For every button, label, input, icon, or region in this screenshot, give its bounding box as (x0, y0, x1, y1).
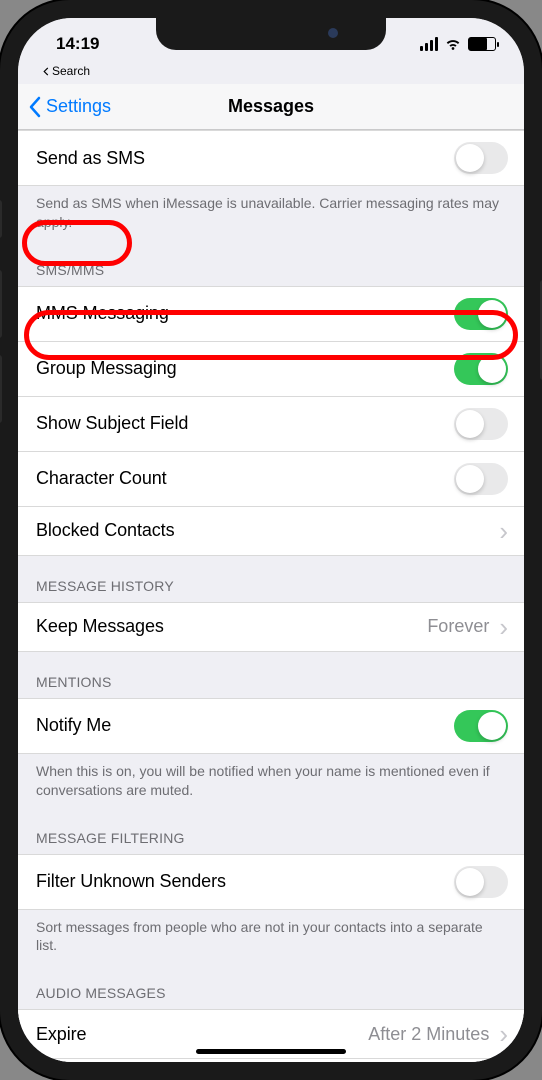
expire-label: Expire (36, 1024, 86, 1045)
chevron-left-icon (42, 67, 50, 76)
notify-me-toggle[interactable] (454, 710, 508, 742)
filter-footer: Sort messages from people who are not in… (18, 910, 524, 964)
nav-bar: Settings Messages (18, 84, 524, 130)
show-subject-label: Show Subject Field (36, 413, 188, 434)
status-time: 14:19 (56, 26, 136, 54)
character-count-label: Character Count (36, 468, 167, 489)
mms-messaging-toggle[interactable] (454, 298, 508, 330)
settings-content[interactable]: Send as SMS Send as SMS when iMessage is… (18, 130, 524, 1062)
blocked-contacts-label: Blocked Contacts (36, 520, 174, 541)
chevron-right-icon: › (499, 518, 508, 544)
message-history-header: MESSAGE HISTORY (18, 556, 524, 602)
screen: 14:19 Search Settings Messages Send as S… (18, 18, 524, 1062)
audio-messages-header: AUDIO MESSAGES (18, 963, 524, 1009)
filter-unknown-row[interactable]: Filter Unknown Senders (18, 854, 524, 910)
notch (156, 18, 386, 50)
send-as-sms-label: Send as SMS (36, 148, 145, 169)
back-button[interactable]: Settings (28, 96, 111, 118)
breadcrumb[interactable]: Search (18, 62, 524, 84)
notify-me-row[interactable]: Notify Me (18, 698, 524, 754)
mms-messaging-label: MMS Messaging (36, 303, 169, 324)
show-subject-toggle[interactable] (454, 408, 508, 440)
group-messaging-toggle[interactable] (454, 353, 508, 385)
chevron-left-icon (28, 96, 42, 118)
sms-mms-header: SMS/MMS (18, 240, 524, 286)
character-count-row[interactable]: Character Count (18, 452, 524, 507)
notify-me-label: Notify Me (36, 715, 111, 736)
back-label: Settings (46, 96, 111, 117)
partial-row[interactable]: . (18, 1059, 524, 1062)
expire-value: After 2 Minutes (368, 1024, 489, 1045)
filter-unknown-label: Filter Unknown Senders (36, 871, 226, 892)
group-messaging-label: Group Messaging (36, 358, 177, 379)
filter-unknown-toggle[interactable] (454, 866, 508, 898)
notify-footer: When this is on, you will be notified wh… (18, 754, 524, 808)
character-count-toggle[interactable] (454, 463, 508, 495)
send-as-sms-footer: Send as SMS when iMessage is unavailable… (18, 186, 524, 240)
wifi-icon (444, 37, 462, 51)
cellular-icon (420, 37, 438, 51)
breadcrumb-label: Search (52, 64, 90, 78)
home-indicator[interactable] (196, 1049, 346, 1054)
group-messaging-row[interactable]: Group Messaging (18, 342, 524, 397)
message-filtering-header: MESSAGE FILTERING (18, 808, 524, 854)
page-title: Messages (228, 96, 314, 117)
chevron-right-icon: › (499, 614, 508, 640)
phone-frame: 14:19 Search Settings Messages Send as S… (0, 0, 542, 1080)
mentions-header: MENTIONS (18, 652, 524, 698)
battery-icon (468, 37, 496, 51)
keep-messages-label: Keep Messages (36, 616, 164, 637)
mms-messaging-row[interactable]: MMS Messaging (18, 286, 524, 342)
chevron-right-icon: › (499, 1021, 508, 1047)
show-subject-row[interactable]: Show Subject Field (18, 397, 524, 452)
keep-messages-row[interactable]: Keep Messages Forever › (18, 602, 524, 652)
send-as-sms-toggle[interactable] (454, 142, 508, 174)
send-as-sms-row[interactable]: Send as SMS (18, 130, 524, 186)
keep-messages-value: Forever (427, 616, 489, 637)
blocked-contacts-row[interactable]: Blocked Contacts › (18, 507, 524, 556)
